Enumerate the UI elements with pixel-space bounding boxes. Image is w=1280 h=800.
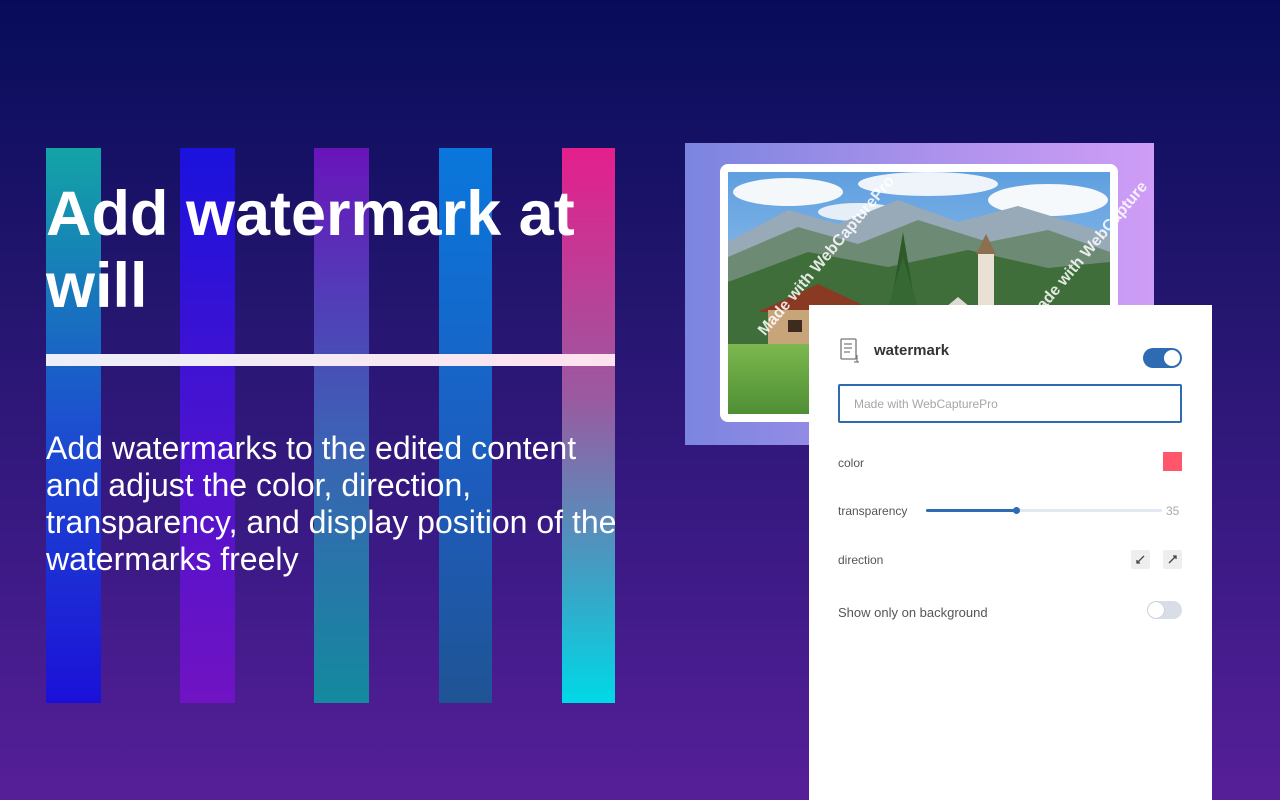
color-swatch[interactable] [1163, 452, 1182, 471]
background-only-label: Show only on background [838, 605, 988, 620]
direction-label: direction [838, 553, 884, 567]
transparency-slider-thumb[interactable] [1012, 507, 1020, 514]
toggle-knob [1164, 350, 1180, 366]
panel-title: watermark [874, 342, 950, 359]
transparency-slider-fill [926, 509, 1016, 512]
diagonal-down-icon [1136, 555, 1145, 564]
direction-diagonal-down-button[interactable] [1131, 550, 1150, 569]
direction-diagonal-up-button[interactable] [1163, 550, 1182, 569]
watermark-settings-panel: watermark color transparency 35 directio… [809, 305, 1212, 800]
hero-title: Add watermark at will [46, 179, 575, 321]
background-only-toggle[interactable] [1147, 601, 1182, 619]
watermark-text-input[interactable] [838, 384, 1182, 423]
watermark-enable-toggle[interactable] [1143, 348, 1182, 368]
toggle-knob [1148, 602, 1164, 618]
transparency-label: transparency [838, 504, 908, 518]
color-label: color [838, 456, 865, 470]
transparency-slider[interactable] [926, 507, 1162, 514]
diagonal-up-icon [1168, 555, 1177, 564]
hero-description: Add watermarks to the edited content and… [46, 430, 617, 577]
hero-divider [46, 354, 615, 366]
document-icon [840, 338, 859, 363]
transparency-value: 35 [1166, 504, 1180, 518]
